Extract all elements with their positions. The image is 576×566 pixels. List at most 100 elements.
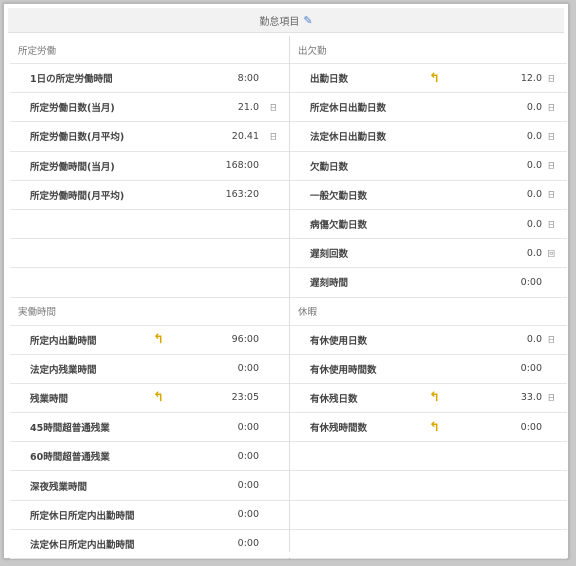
row-unit: 日	[547, 161, 556, 171]
table-row	[10, 239, 289, 269]
table-row	[290, 501, 567, 530]
table-row: 所定休日出勤日数 0.0 日	[290, 93, 567, 123]
table-row: 病傷欠勤日数 0.0 日	[290, 210, 567, 240]
table-row: 有休使用時間数 0:00	[290, 355, 567, 384]
table-row	[290, 471, 567, 501]
row-label: 所定内出勤時間	[30, 335, 97, 347]
section-title-attendance: 出欠勤	[290, 36, 567, 64]
row-label: 所定労働日数(月平均)	[30, 132, 125, 144]
row-unit: 日	[547, 73, 556, 83]
row-label: 所定労働時間(月平均)	[30, 190, 125, 202]
table-row: 1日の所定労働時間 8:00	[10, 64, 289, 94]
row-value: 0:00	[237, 363, 259, 375]
table-row: 60時間超普通残業 0:00	[10, 442, 289, 472]
row-label: 有休残時間数	[310, 423, 368, 435]
row-value: 0.0	[526, 218, 542, 230]
row-value: 20.41	[231, 130, 259, 142]
table-row: 有休残時間数 ↰ 0:00	[290, 413, 567, 443]
table-row: 遅刻時間 0:00	[290, 268, 567, 298]
table-row: 所定労働時間(当月) 168:00	[10, 152, 289, 181]
table-row: 有休残日数 ↰ 33.0 日	[290, 384, 567, 414]
attendance-panel: 勤怠項目 ✎ 所定労働 1日の所定労働時間 8:00 所定労働日数(当月) 21.0 日…	[3, 3, 569, 559]
row-value: 0.0	[526, 101, 542, 113]
row-value: 0.0	[526, 247, 542, 259]
table-row: 所定労働日数(当月) 21.0 日	[10, 93, 289, 123]
row-label: 1日の所定労働時間	[30, 74, 113, 86]
row-label: 所定休日所定内出勤時間	[30, 510, 135, 522]
table-row: 所定労働日数(月平均) 20.41 日	[10, 122, 289, 152]
edit-pencil-icon[interactable]: ✎	[303, 14, 312, 27]
row-value: 0:00	[237, 450, 259, 462]
table-row	[10, 210, 289, 240]
section-title-prescribed: 所定労働	[10, 36, 289, 64]
table-row	[290, 442, 567, 472]
row-value: 0:00	[520, 363, 542, 375]
panel-title: 勤怠項目	[259, 16, 300, 28]
row-label: 遅刻回数	[310, 249, 349, 261]
row-label: 法定内残業時間	[30, 364, 97, 376]
panel-header: 勤怠項目 ✎	[8, 8, 564, 33]
row-value: 21.0	[237, 101, 259, 113]
row-label: 遅刻時間	[310, 278, 349, 290]
row-value: 0.0	[526, 189, 542, 201]
right-column: 出欠勤 出勤日数 ↰ 12.0 日所定休日出勤日数 0.0 日法定休日出勤日数 0.0 日欠勤…	[290, 36, 567, 559]
return-arrow-icon[interactable]: ↰	[429, 390, 440, 405]
attendance-list: 出勤日数 ↰ 12.0 日所定休日出勤日数 0.0 日法定休日出勤日数 0.0 日欠勤日数 0.…	[290, 64, 567, 298]
row-label: 病傷欠勤日数	[310, 220, 368, 232]
table-row: 法定休日出勤日数 0.0 日	[290, 122, 567, 152]
row-label: 45時間超普通残業	[30, 423, 110, 435]
leave-list: 有休使用日数 0.0 日有休使用時間数 0:00 有休残日数 ↰ 33.0 日有休残時間数 ↰ 0…	[290, 326, 567, 559]
row-value: 96:00	[231, 334, 259, 346]
row-label: 一般欠勤日数	[310, 190, 368, 202]
row-value: 0:00	[237, 538, 259, 550]
table-row	[10, 268, 289, 298]
table-row: 残業時間 ↰ 23:05	[10, 384, 289, 414]
table-row: 法定休日所定内出勤時間 0:00	[10, 530, 289, 559]
row-label: 所定休日出勤日数	[310, 103, 387, 115]
return-arrow-icon[interactable]: ↰	[153, 390, 164, 405]
return-arrow-icon[interactable]: ↰	[429, 420, 440, 435]
left-column: 所定労働 1日の所定労働時間 8:00 所定労働日数(当月) 21.0 日所定労働日数(…	[10, 36, 290, 559]
row-unit: 回	[547, 248, 556, 258]
row-unit: 日	[269, 131, 278, 141]
row-value: 33.0	[520, 392, 542, 404]
row-value: 12.0	[520, 72, 542, 84]
row-value: 8:00	[237, 72, 259, 84]
row-unit: 日	[547, 190, 556, 200]
row-unit: 日	[547, 131, 556, 141]
table-row: 有休使用日数 0.0 日	[290, 326, 567, 355]
table-row: 欠勤日数 0.0 日	[290, 152, 567, 181]
row-label: 有休使用日数	[310, 335, 368, 347]
row-value: 168:00	[225, 160, 259, 172]
table-row: 深夜残業時間 0:00	[10, 471, 289, 501]
table-row: 一般欠勤日数 0.0 日	[290, 181, 567, 210]
row-value: 0:00	[237, 509, 259, 521]
row-label: 60時間超普通残業	[30, 452, 110, 464]
row-value: 163:20	[225, 189, 259, 201]
return-arrow-icon[interactable]: ↰	[153, 332, 164, 347]
row-value: 0.0	[526, 130, 542, 142]
row-label: 残業時間	[30, 393, 69, 405]
table-row: 出勤日数 ↰ 12.0 日	[290, 64, 567, 94]
table-row: 所定休日所定内出勤時間 0:00	[10, 501, 289, 530]
row-label: 法定休日出勤日数	[310, 132, 387, 144]
row-unit: 日	[547, 393, 556, 403]
row-value: 0:00	[237, 480, 259, 492]
return-arrow-icon[interactable]: ↰	[429, 71, 440, 86]
table-row: 所定内出勤時間 ↰ 96:00	[10, 326, 289, 355]
row-label: 欠勤日数	[310, 161, 349, 173]
row-value: 0.0	[526, 334, 542, 346]
row-value: 0:00	[237, 421, 259, 433]
row-unit: 日	[547, 102, 556, 112]
row-label: 所定労働日数(当月)	[30, 103, 115, 115]
row-label: 出勤日数	[310, 74, 349, 86]
row-unit: 日	[547, 219, 556, 229]
row-value: 0.0	[526, 160, 542, 172]
row-label: 深夜残業時間	[30, 481, 88, 493]
actual-work-list: 所定内出勤時間 ↰ 96:00 法定内残業時間 0:00 残業時間 ↰ 23:05 45時間超普…	[10, 326, 289, 559]
row-label: 有休使用時間数	[310, 364, 377, 376]
prescribed-list: 1日の所定労働時間 8:00 所定労働日数(当月) 21.0 日 所定労働日数(月平均) 2…	[10, 64, 289, 298]
row-unit: 日	[547, 335, 556, 345]
table-row: 法定内残業時間 0:00	[10, 355, 289, 384]
table-row	[290, 530, 567, 559]
